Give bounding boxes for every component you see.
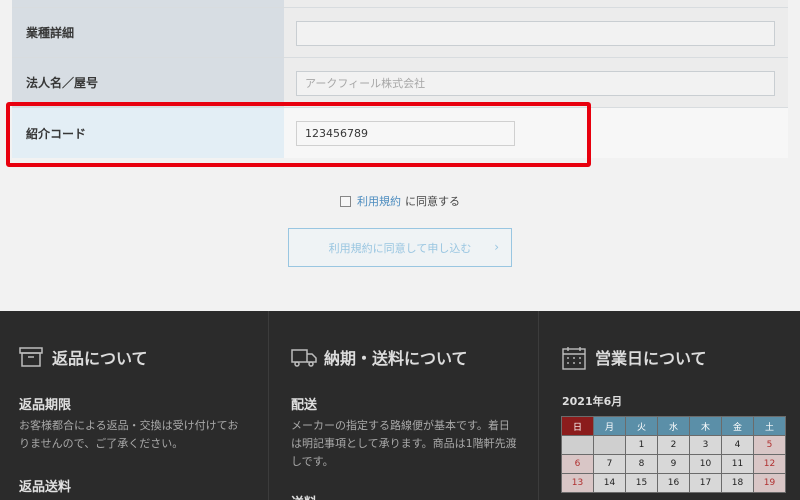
- company-name-label: 法人名／屋号: [12, 58, 284, 107]
- returns-heading: 返品について: [19, 345, 148, 369]
- weekday-wed: 水: [657, 416, 690, 436]
- weekday-fri: 金: [721, 416, 754, 436]
- form-row-referral-code: 紹介コード: [12, 108, 788, 158]
- calendar-day: 12: [753, 454, 786, 474]
- calendar-day: [561, 435, 594, 455]
- submit-button-label: 利用規約に同意して申し込む: [328, 241, 472, 255]
- weekday-mon: 月: [593, 416, 626, 436]
- form-row-company-name: 法人名／屋号: [12, 58, 788, 108]
- terms-agree-text: に同意する: [405, 195, 460, 208]
- calendar-day: 10: [689, 454, 722, 474]
- form-row-previous: [12, 0, 788, 8]
- calendar-week-row: 13 14 15 16 17 18 19: [561, 473, 786, 493]
- weekday-sun: 日: [561, 416, 594, 436]
- submit-button[interactable]: 利用規約に同意して申し込む ›: [288, 228, 512, 267]
- return-shipping-title: 返品送料: [19, 480, 72, 495]
- weekday-tue: 火: [625, 416, 658, 436]
- calendar-day: 2: [657, 435, 690, 455]
- company-name-input[interactable]: [296, 71, 775, 96]
- calendar-day: 1: [625, 435, 658, 455]
- return-period-text: お客様都合による返品・交換は受け付けておりませんので、ご了承ください。: [19, 419, 239, 450]
- footer: 返品について 返品期限 お客様都合による返品・交換は受け付けておりませんので、ご…: [0, 311, 800, 500]
- calendar-day: 11: [721, 454, 754, 474]
- calendar-day: [593, 435, 626, 455]
- calendar-day: 8: [625, 454, 658, 474]
- form-row-label: [12, 0, 284, 7]
- calendar-day: 18: [721, 473, 754, 493]
- shipping-fee-title: 送料: [291, 492, 317, 500]
- industry-detail-cell: [284, 8, 788, 57]
- returns-title: 返品について: [52, 349, 148, 368]
- referral-code-label: 紹介コード: [12, 108, 284, 158]
- return-period-title: 返品期限: [19, 398, 72, 413]
- calendar-day: 17: [689, 473, 722, 493]
- delivery-heading: 納期・送料について: [291, 345, 468, 369]
- business-calendar: 日 月 火 水 木 金 土 1 2 3 4 5 6 7 8 9 10 11 12…: [561, 416, 786, 493]
- business-days-column: 営業日について 2021年6月 日 月 火 水 木 金 土 1 2 3 4 5: [538, 311, 800, 500]
- referral-code-input[interactable]: [296, 121, 515, 146]
- form-row-cell: [284, 0, 788, 7]
- form-row-industry-detail: 業種詳細: [12, 8, 788, 58]
- calendar-icon: [562, 346, 586, 370]
- truck-icon: [291, 346, 317, 368]
- calendar-day: 3: [689, 435, 722, 455]
- application-form: 業種詳細 法人名／屋号 紹介コード 利用規約 に同意する 利用規約に同意して申し…: [0, 0, 800, 311]
- terms-link[interactable]: 利用規約: [357, 193, 401, 209]
- calendar-day: 4: [721, 435, 754, 455]
- terms-agreement: 利用規約 に同意する: [340, 193, 460, 209]
- delivery-method-title: 配送: [291, 398, 318, 413]
- chevron-right-icon: ›: [494, 240, 499, 254]
- delivery-column: 納期・送料について 配送 メーカーの指定する路線便が基本です。着日は明記事項とし…: [268, 311, 538, 500]
- calendar-week-row: 1 2 3 4 5: [561, 435, 786, 455]
- delivery-title: 納期・送料について: [324, 349, 468, 368]
- returns-column: 返品について 返品期限 お客様都合による返品・交換は受け付けておりませんので、ご…: [0, 311, 268, 500]
- calendar-day: 9: [657, 454, 690, 474]
- calendar-month: 2021年6月: [562, 395, 623, 408]
- terms-checkbox[interactable]: [340, 195, 351, 207]
- business-days-heading: 営業日について: [562, 345, 707, 370]
- calendar-day: 19: [753, 473, 786, 493]
- calendar-day: 16: [657, 473, 690, 493]
- calendar-day: 13: [561, 473, 594, 493]
- calendar-week-row: 6 7 8 9 10 11 12: [561, 454, 786, 474]
- industry-detail-input[interactable]: [296, 21, 775, 46]
- weekday-thu: 木: [689, 416, 722, 436]
- calendar-day: 5: [753, 435, 786, 455]
- company-name-cell: [284, 58, 788, 107]
- delivery-method-text: メーカーの指定する路線便が基本です。着日は明記事項として承ります。商品は1階軒先…: [291, 419, 517, 468]
- weekday-sat: 土: [753, 416, 786, 436]
- calendar-day: 6: [561, 454, 594, 474]
- business-days-title: 営業日について: [595, 349, 707, 368]
- calendar-weekday-row: 日 月 火 水 木 金 土: [561, 416, 786, 436]
- calendar-day: 15: [625, 473, 658, 493]
- calendar-day: 14: [593, 473, 626, 493]
- calendar-day: 7: [593, 454, 626, 474]
- industry-detail-label: 業種詳細: [12, 8, 284, 57]
- box-icon: [19, 346, 43, 368]
- referral-code-cell: [284, 108, 788, 158]
